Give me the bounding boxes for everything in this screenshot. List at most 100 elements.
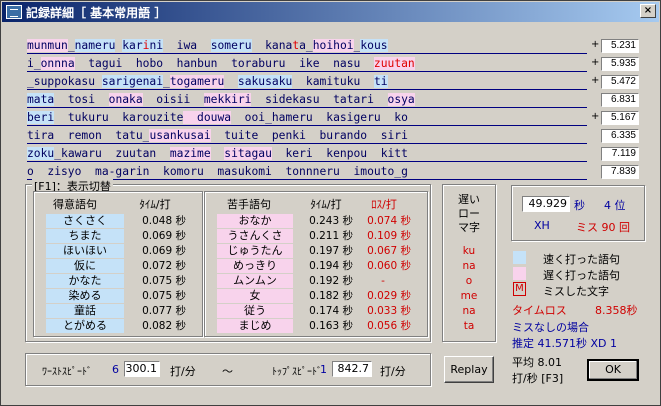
slow-word: onnna bbox=[40, 57, 75, 70]
good-word: かなた bbox=[46, 274, 124, 288]
miss-legend-mark: M bbox=[513, 282, 526, 296]
line-time: 5.472 bbox=[601, 75, 639, 89]
good-word: 染める bbox=[46, 289, 124, 303]
bad-word-loss: 0.033 秒 bbox=[367, 305, 411, 317]
slow-word: onaka bbox=[108, 93, 143, 106]
good-word-time: 0.048 秒 bbox=[142, 215, 186, 227]
worst-speed-label: ﾜｰｽﾄｽﾋﾟｰﾄﾞ bbox=[42, 367, 92, 378]
word-text bbox=[95, 75, 102, 88]
line-time: 5.935 bbox=[601, 57, 639, 71]
good-word: ほいほい bbox=[46, 244, 124, 258]
ok-button[interactable]: OK bbox=[587, 359, 639, 381]
good-time-header: ﾀｲﾑ/打 bbox=[139, 198, 171, 211]
word-text: _ bbox=[33, 57, 41, 70]
line-time: 7.839 bbox=[601, 165, 639, 179]
word-text bbox=[224, 75, 238, 88]
slow-romaji-item: na bbox=[462, 305, 476, 317]
fast-word: ti bbox=[373, 75, 388, 88]
word-text: o zisyo ma-garin komoru masukomi tonnner… bbox=[27, 165, 408, 178]
average-sub: 打/秒 [F3] bbox=[512, 372, 564, 385]
bad-word-loss: 0.060 秒 bbox=[367, 260, 411, 272]
bad-word: 従う bbox=[217, 304, 293, 318]
bad-word-time: 0.194 秒 bbox=[309, 260, 353, 272]
line-time: 7.119 bbox=[601, 147, 639, 161]
window-title: 記録詳細［ 基本常用語 ］ bbox=[26, 6, 167, 20]
good-word-time: 0.077 秒 bbox=[142, 305, 186, 317]
fast-legend-swatch bbox=[513, 251, 526, 264]
top-speed-unit: 打/分 bbox=[380, 365, 406, 378]
record-detail-window: 記録詳細［ 基本常用語 ］ × munmun_nameru karini iwa… bbox=[0, 0, 661, 406]
good-word-time: 0.072 秒 bbox=[142, 260, 186, 272]
typed-line: zoku_kawaru zuutan mazime sitagau keri k… bbox=[27, 146, 587, 162]
bad-word-loss: - bbox=[381, 275, 385, 287]
line-plus-mark: + bbox=[591, 75, 600, 86]
slow-romaji-item: ku bbox=[462, 245, 476, 257]
slow-word: munmun bbox=[27, 39, 68, 52]
good-word-time: 0.075 秒 bbox=[142, 275, 186, 287]
word-text: sidekasu tatari bbox=[251, 93, 388, 106]
bad-words-panel: 苦手語句 ﾀｲﾑ/打 ﾛｽ/打 おなか 0.243 秒 0.074 秒うさんくさ 0.… bbox=[204, 191, 428, 337]
typed-line: tira remon tatu_usankusai tuite penki bu… bbox=[27, 128, 587, 144]
good-word: とがめる bbox=[46, 319, 124, 333]
bad-time-header: ﾀｲﾑ/打 bbox=[310, 198, 342, 211]
bad-word: ムンムン bbox=[217, 274, 293, 288]
typed-line: i_onnna tagui hobo hanbun toraburu ike n… bbox=[27, 56, 587, 72]
top-speed-rank: 1 bbox=[320, 363, 327, 376]
typed-line: munmun_nameru karini iwa someru kanata_h… bbox=[27, 38, 587, 54]
fast-word: nameru bbox=[74, 39, 116, 52]
top-speed-label: ﾄｯﾌﾟｽﾋﾟｰﾄﾞ bbox=[272, 367, 322, 378]
fast-word: sakusaku bbox=[237, 75, 293, 88]
slow-romaji-panel: 遅い ロー マ字 ku na o me na ta bbox=[442, 184, 496, 342]
word-text: ike nasu bbox=[285, 57, 374, 70]
bad-word-loss: 0.067 秒 bbox=[367, 245, 411, 257]
good-word-time: 0.082 秒 bbox=[142, 320, 186, 332]
good-word: 童話 bbox=[46, 304, 124, 318]
replay-button[interactable]: Replay bbox=[444, 356, 494, 383]
fast-legend-label: 速く打った語句 bbox=[543, 253, 620, 266]
line-time: 5.231 bbox=[601, 39, 639, 53]
slow-romaji-item: me bbox=[460, 290, 478, 302]
typed-line: beri tukuru karouzite douwa ooi_hameru k… bbox=[27, 110, 587, 126]
word-text: _kawaru zuutan bbox=[54, 147, 170, 160]
good-word-time: 0.069 秒 bbox=[142, 245, 186, 257]
word-text: tira remon tatu_ bbox=[27, 129, 150, 142]
slow-word: douwa bbox=[183, 111, 232, 124]
bad-word: おなか bbox=[217, 214, 293, 228]
slow-word: sitagau bbox=[224, 147, 272, 160]
line-plus-mark: + bbox=[591, 111, 600, 122]
word-text: kana bbox=[251, 39, 293, 52]
fast-word: ni bbox=[149, 39, 164, 52]
slow-word: usankusai bbox=[149, 129, 211, 142]
time-unit: 秒 bbox=[574, 199, 585, 212]
word-text: _ bbox=[163, 75, 170, 88]
top-speed-field: 842.7 bbox=[332, 361, 372, 377]
worst-speed-field: 300.1 bbox=[124, 361, 160, 377]
word-text: _ bbox=[67, 39, 75, 52]
good-word: 仮に bbox=[46, 259, 124, 273]
slow-word: zuutan bbox=[373, 57, 415, 70]
bad-word-loss: 0.074 秒 bbox=[367, 215, 411, 227]
line-plus-mark: + bbox=[591, 57, 600, 68]
close-button[interactable]: × bbox=[640, 4, 656, 18]
line-time: 6.335 bbox=[601, 129, 639, 143]
bad-word-time: 0.163 秒 bbox=[309, 320, 353, 332]
bad-word-loss: 0.109 秒 bbox=[367, 230, 411, 242]
bad-word-time: 0.211 秒 bbox=[309, 230, 353, 242]
fast-word: kar bbox=[122, 39, 143, 52]
slow-legend-label: 遅く打った語句 bbox=[543, 269, 620, 282]
bad-word: うさんくさ bbox=[217, 229, 293, 243]
bad-word-time: 0.192 秒 bbox=[309, 275, 353, 287]
good-word-time: 0.075 秒 bbox=[142, 290, 186, 302]
slow-word: osya bbox=[387, 93, 415, 106]
word-text: oisii bbox=[142, 93, 204, 106]
speed-tilde: ～ bbox=[222, 365, 233, 378]
miss-legend-label: ミスした文字 bbox=[543, 285, 609, 298]
fast-word: zoku bbox=[27, 147, 55, 160]
line-time: 6.831 bbox=[601, 93, 639, 107]
speed-panel: ﾜｰｽﾄｽﾋﾟｰﾄﾞ 6 300.1 打/分 ～ ﾄｯﾌﾟｽﾋﾟｰﾄﾞ 1 84… bbox=[25, 353, 431, 386]
bad-word-time: 0.243 秒 bbox=[309, 215, 353, 227]
word-text: karouzite bbox=[122, 111, 184, 124]
bad-word: まじめ bbox=[217, 319, 293, 333]
slow-romaji-item: ta bbox=[463, 320, 475, 332]
good-word: さくさく bbox=[46, 214, 124, 228]
